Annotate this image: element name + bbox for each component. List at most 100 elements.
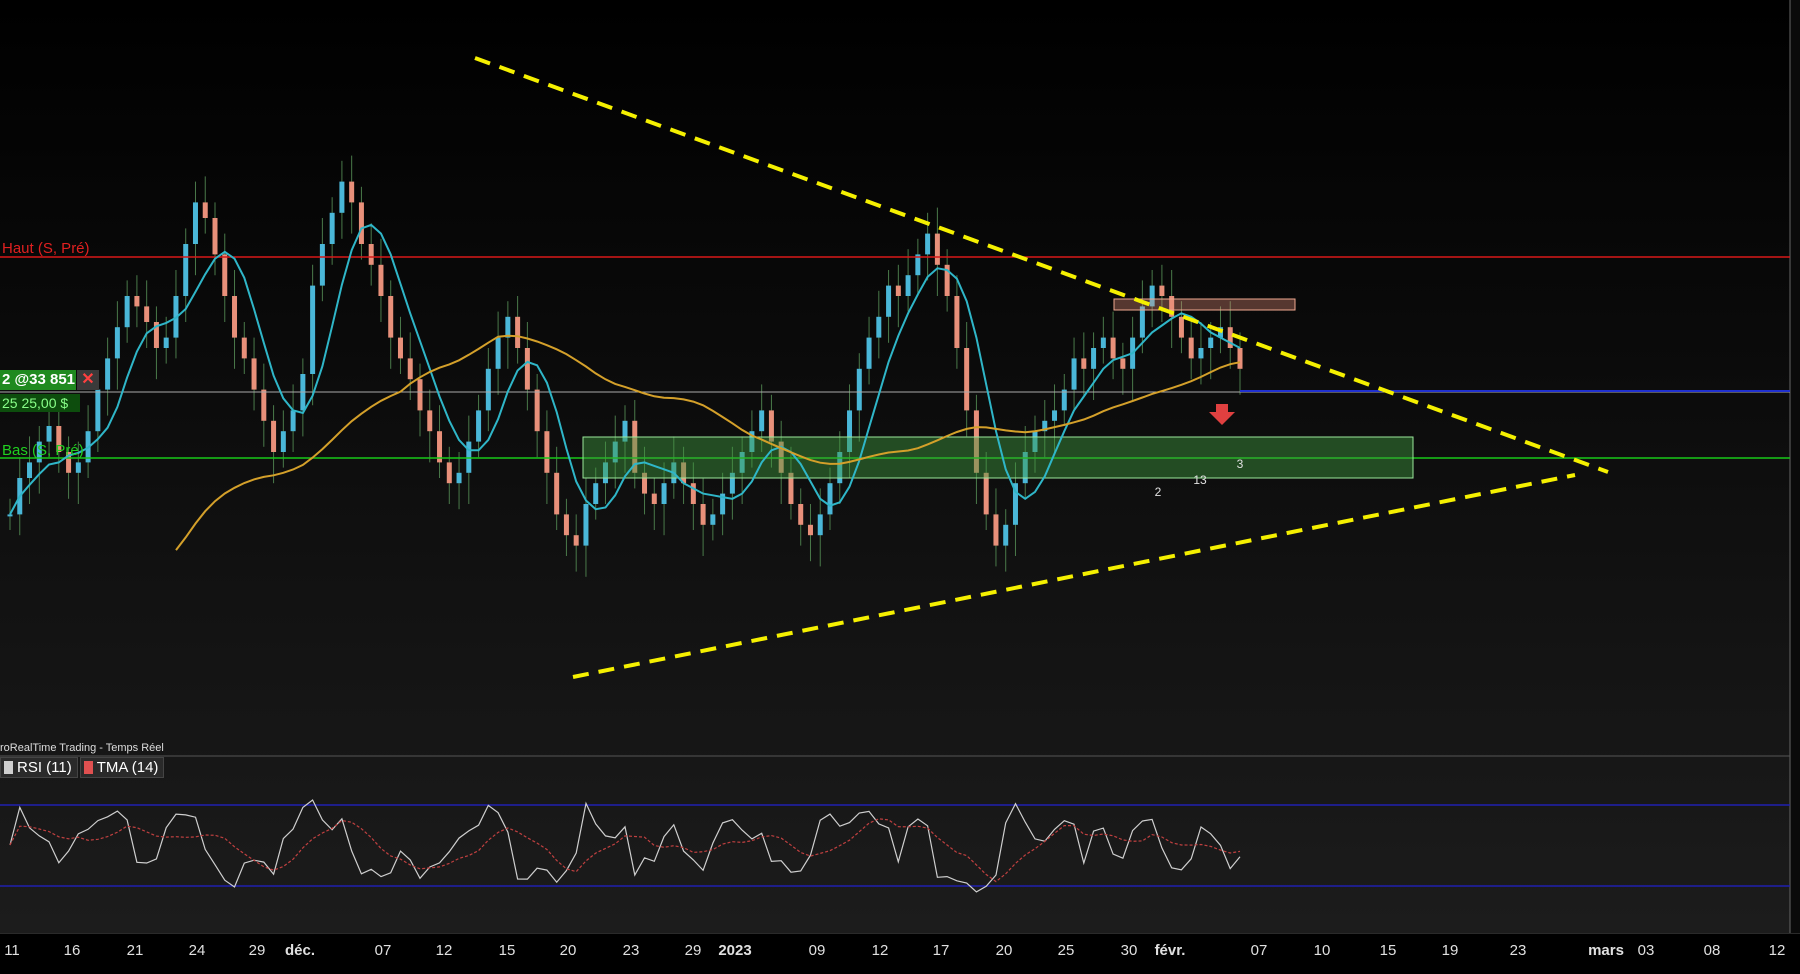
x-tick-label: 03 <box>1638 942 1655 959</box>
candle-body <box>925 233 931 255</box>
x-tick-label: déc. <box>285 942 315 959</box>
x-tick-label: 25 <box>1058 942 1075 959</box>
x-tick-label: 15 <box>499 942 516 959</box>
candle-body <box>202 202 208 218</box>
x-tick-label: 21 <box>127 942 144 959</box>
close-order-icon[interactable]: ✕ <box>77 370 99 390</box>
candle-body <box>817 514 823 536</box>
candle-body <box>1178 316 1184 338</box>
candle-body <box>964 348 970 411</box>
haut-label: Haut (S, Pré) <box>2 240 90 257</box>
candle-body <box>212 218 218 255</box>
candle-body <box>886 285 892 317</box>
candle-body <box>573 535 579 546</box>
candle-body <box>349 181 355 203</box>
candle-body <box>905 275 911 296</box>
x-tick-label: 23 <box>623 942 640 959</box>
candle-body <box>446 462 452 484</box>
candle-body <box>1091 348 1097 369</box>
candle-body <box>807 524 813 536</box>
candle-body <box>1052 410 1058 421</box>
candle-body <box>983 472 989 515</box>
candle-body <box>456 472 462 484</box>
candle-body <box>27 462 33 478</box>
legend-rsi[interactable]: RSI (11) <box>0 757 78 778</box>
candle-body <box>319 244 325 286</box>
candle-body <box>1100 337 1106 348</box>
x-tick-label: 24 <box>189 942 206 959</box>
candle-body <box>563 514 569 536</box>
candle-body <box>1198 348 1204 359</box>
candle-body <box>1081 358 1087 369</box>
candle-body <box>993 514 999 546</box>
candle-body <box>1139 306 1145 338</box>
legend-rsi-label: RSI (11) <box>17 759 72 776</box>
time-axis[interactable] <box>0 934 1800 969</box>
candle-body <box>75 462 81 473</box>
candle-body <box>280 431 286 452</box>
x-tick-label: 30 <box>1121 942 1138 959</box>
chart-svg[interactable]: Haut (S, Pré) Bas (S, Pré) 2 13 3 11 16 21 24 29… <box>0 0 1800 969</box>
candle-body <box>114 327 120 359</box>
x-tick-label: 12 <box>436 942 453 959</box>
candle-body <box>505 316 511 338</box>
x-tick-label: 15 <box>1380 942 1397 959</box>
candle-body <box>310 285 316 374</box>
candle-body <box>583 504 589 546</box>
candle-body <box>1120 358 1126 369</box>
candle-body <box>895 285 901 296</box>
candle-body <box>661 483 667 504</box>
x-tick-label: 09 <box>809 942 826 959</box>
candle-body <box>485 368 491 411</box>
x-tick-label: 07 <box>1251 942 1268 959</box>
x-tick-label: 29 <box>249 942 266 959</box>
candle-body <box>798 504 804 525</box>
candle-body <box>7 514 13 517</box>
candle-body <box>1188 337 1194 359</box>
candle-body <box>397 337 403 359</box>
candle-body <box>290 410 296 432</box>
candle-body <box>378 264 384 296</box>
candle-body <box>759 410 765 432</box>
candle-body <box>1159 285 1165 296</box>
x-tick-label: 12 <box>872 942 889 959</box>
indicator-legend: RSI (11) TMA (14) <box>0 757 165 778</box>
price-axis[interactable] <box>1790 0 1800 933</box>
x-tick-label: 07 <box>375 942 392 959</box>
x-tick-label: 23 <box>1510 942 1527 959</box>
candle-body <box>534 389 540 432</box>
candle-body <box>192 202 198 244</box>
candle-body <box>427 410 433 432</box>
legend-tma[interactable]: TMA (14) <box>79 757 165 778</box>
candle-body <box>222 254 228 296</box>
candle-body <box>407 358 413 380</box>
x-tick-label: 17 <box>933 942 950 959</box>
x-tick-label: 29 <box>685 942 702 959</box>
candle-body <box>183 244 189 296</box>
x-tick-label: 20 <box>560 942 577 959</box>
bas-label: Bas (S, Pré) <box>2 442 84 459</box>
candle-body <box>466 441 472 473</box>
price-chart[interactable]: Haut (S, Pré) Bas (S, Pré) 2 13 3 11 16 21 24 29… <box>0 0 1800 969</box>
candle-body <box>690 483 696 504</box>
candle-body <box>554 472 560 515</box>
candle-body <box>105 358 111 390</box>
candle-body <box>232 296 238 338</box>
candle-body <box>476 410 482 442</box>
order-label[interactable]: 2 @33 851 <box>0 370 76 390</box>
candle-body <box>144 306 150 322</box>
candle-body <box>1110 337 1116 359</box>
candle-body <box>544 431 550 473</box>
signal-number: 13 <box>1193 473 1207 487</box>
tma-swatch-icon <box>83 761 93 774</box>
candle-body <box>251 358 257 390</box>
candle-body <box>46 426 52 442</box>
x-tick-label: mars <box>1588 942 1624 959</box>
legend-tma-label: TMA (14) <box>96 759 159 776</box>
candle-body <box>1208 337 1214 348</box>
candle-body <box>827 483 833 515</box>
candle-body <box>856 368 862 411</box>
candle-body <box>515 316 521 348</box>
candle-body <box>388 296 394 338</box>
x-tick-label: 10 <box>1314 942 1331 959</box>
